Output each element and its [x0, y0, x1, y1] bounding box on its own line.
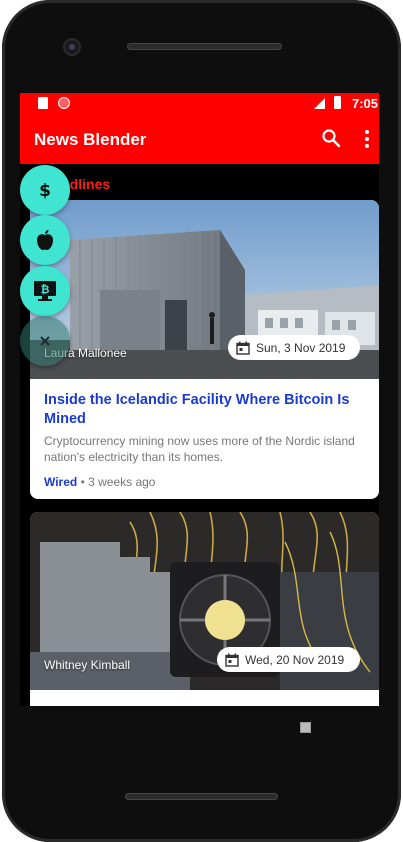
top-speaker — [127, 43, 282, 50]
signal-icon — [314, 98, 325, 109]
front-camera — [65, 40, 79, 54]
article-meta: Wired • 3 weeks ago — [44, 475, 155, 489]
fab-finance[interactable]: $ — [20, 165, 70, 215]
close-icon — [40, 336, 50, 346]
article-date: Wed, 20 Nov 2019 — [245, 652, 345, 667]
calendar-icon — [236, 341, 250, 355]
apple-icon — [37, 230, 53, 250]
article-age: • 3 weeks ago — [77, 475, 156, 489]
svg-text:$: $ — [39, 181, 51, 200]
date-chip: Sun, 3 Nov 2019 — [228, 335, 360, 360]
app-bar: News Blender — [20, 114, 379, 164]
phone-frame: 7:05 News Blender Headlines Laura Mallon… — [2, 0, 401, 842]
record-icon — [58, 97, 70, 109]
fab-close[interactable] — [20, 316, 70, 366]
more-vert-icon[interactable] — [362, 128, 372, 150]
article-author: Whitney Kimball — [44, 658, 131, 672]
article-image: Whitney Kimball Wed, 20 Nov 2019 — [30, 512, 379, 690]
date-chip: Wed, 20 Nov 2019 — [217, 647, 360, 672]
article-summary: Cryptocurrency mining now uses more of t… — [44, 434, 355, 464]
status-time: 7:05 — [352, 96, 379, 111]
article-image: Laura Mallonee Sun, 3 Nov 2019 — [30, 200, 379, 379]
app-title: News Blender — [34, 130, 147, 149]
dollar-icon: $ — [39, 181, 51, 200]
bottom-speaker — [125, 793, 278, 800]
bitcoin-monitor-icon: ₿ — [34, 281, 56, 301]
battery-icon — [334, 96, 341, 109]
screen: 7:05 News Blender Headlines Laura Mallon… — [20, 93, 379, 706]
article-title[interactable]: Inside the Icelandic Facility Where Bitc… — [44, 391, 364, 429]
article-card[interactable]: Laura Mallonee Sun, 3 Nov 2019 Inside th… — [30, 200, 379, 499]
sd-card-icon — [38, 97, 48, 109]
search-icon[interactable] — [321, 128, 341, 148]
article-source[interactable]: Wired — [44, 475, 77, 489]
article-card[interactable]: Whitney Kimball Wed, 20 Nov 2019 — [30, 512, 379, 706]
calendar-icon — [225, 653, 239, 667]
fab-apple[interactable] — [20, 215, 70, 265]
status-bar: 7:05 — [20, 93, 379, 114]
article-date: Sun, 3 Nov 2019 — [256, 340, 346, 355]
recents-button[interactable] — [300, 722, 311, 733]
svg-text:₿: ₿ — [41, 283, 50, 296]
fab-bitcoin[interactable]: ₿ — [20, 266, 70, 316]
